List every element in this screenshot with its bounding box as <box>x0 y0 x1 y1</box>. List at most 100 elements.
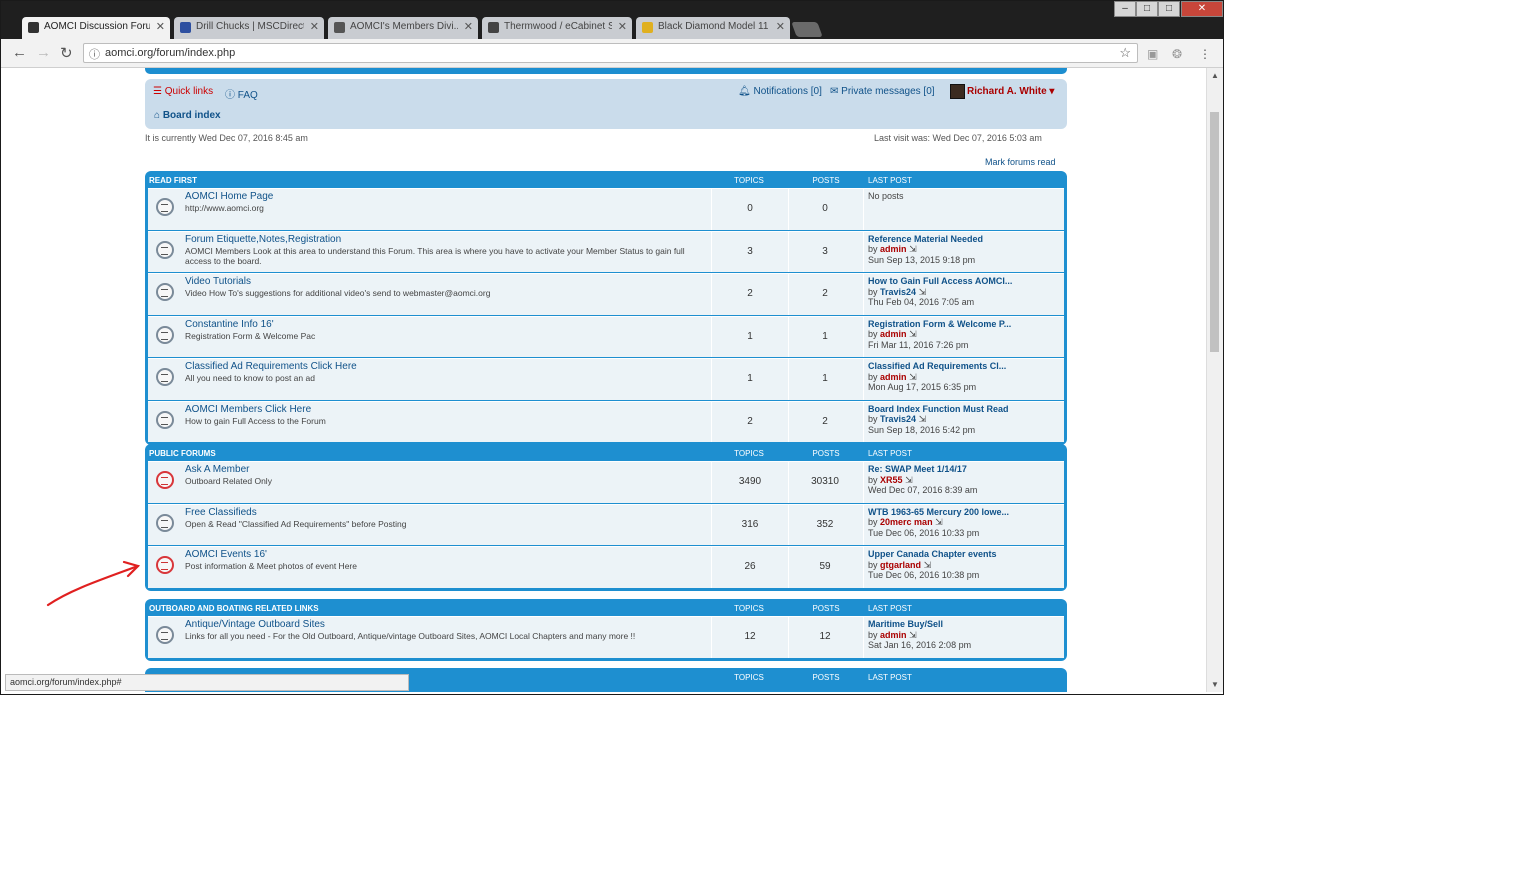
view-latest-post-icon[interactable]: ⇲ <box>909 372 917 382</box>
view-latest-post-icon[interactable]: ⇲ <box>935 517 943 527</box>
last-post-author-link[interactable]: admin <box>880 630 907 640</box>
forum-title-link[interactable]: Constantine Info 16' <box>185 319 274 330</box>
last-post-title-link[interactable]: How to Gain Full Access AOMCI... <box>868 276 1012 286</box>
last-post-header: LAST POST <box>868 604 912 613</box>
maximize-button[interactable]: □ <box>1158 1 1180 17</box>
view-latest-post-icon[interactable]: ⇲ <box>909 244 917 254</box>
board-index-link[interactable]: ⌂ Board index <box>154 110 221 121</box>
category-title[interactable]: OUTBOARD AND BOATING RELATED LINKS <box>149 604 319 613</box>
new-tab-button[interactable] <box>791 22 823 37</box>
menu-kebab-icon[interactable]: ⋮ <box>1199 47 1211 61</box>
last-post: Re: SWAP Meet 1/14/17 by XR55 ⇲ Wed Dec 07… <box>868 464 977 496</box>
last-post-title-link[interactable]: Classified Ad Requirements Cl... <box>868 361 1006 371</box>
last-visit: Last visit was: Wed Dec 07, 2016 5:03 am <box>874 133 1042 143</box>
tab-close-icon[interactable]: ✕ <box>464 20 473 33</box>
last-post-title-link[interactable]: Registration Form & Welcome P... <box>868 319 1011 329</box>
tab-3[interactable]: Thermwood / eCabinet S ✕ <box>482 17 632 39</box>
tab-close-icon[interactable]: ✕ <box>618 20 627 33</box>
last-post-title-link[interactable]: WTB 1963-65 Mercury 200 lowe... <box>868 507 1009 517</box>
restore-button[interactable]: □ <box>1136 1 1158 17</box>
forum-navbar: ☰ Quick links ⓘ FAQ ⌂ Board index 🔔︎ Not… <box>145 79 1067 129</box>
forum-row: AOMCI Events 16' Post information & Meet… <box>148 546 1064 588</box>
forum-description: Links for all you need - For the Old Out… <box>185 631 636 641</box>
tab-4[interactable]: Black Diamond Model 11 ✕ <box>636 17 790 39</box>
last-post-author-link[interactable]: admin <box>880 329 907 339</box>
notifications-link[interactable]: 🔔︎ Notifications [0] <box>738 86 822 97</box>
view-latest-post-icon[interactable]: ⇲ <box>909 329 917 339</box>
last-post-title-link[interactable]: Board Index Function Must Read <box>868 404 1009 414</box>
forum-row: Forum Etiquette,Notes,Registration AOMCI… <box>148 230 1064 272</box>
page-scrollbar[interactable]: ▲ ▼ <box>1206 68 1223 692</box>
quick-links-menu[interactable]: ☰ Quick links <box>153 86 213 97</box>
view-latest-post-icon[interactable]: ⇲ <box>909 630 917 640</box>
forum-title-link[interactable]: Free Classifieds <box>185 507 257 518</box>
forum-description: Registration Form & Welcome Pac <box>185 330 316 341</box>
avatar[interactable] <box>950 84 965 99</box>
posts-header: POSTS <box>812 176 840 185</box>
back-arrow-icon[interactable]: ← <box>12 44 27 61</box>
tab-2[interactable]: AOMCI's Members Divi... ✕ <box>328 17 478 39</box>
user-menu[interactable]: Richard A. White ▾ <box>967 86 1054 97</box>
last-post: Upper Canada Chapter events by gtgarland … <box>868 549 997 581</box>
last-post-author-link[interactable]: gtgarland <box>880 560 921 570</box>
forum-row: Free Classifieds Open & Read "Classified… <box>148 503 1064 545</box>
mark-forums-read-link[interactable]: Mark forums read <box>985 157 1056 167</box>
category-header: PUBLIC FORUMS TOPICS POSTS LAST POST <box>145 444 1067 461</box>
tab-close-icon[interactable]: ✕ <box>310 20 319 33</box>
address-bar[interactable]: ⓘ aomci.org/forum/index.php ☆ <box>83 43 1138 63</box>
topics-count: 3 <box>711 231 789 272</box>
view-latest-post-icon[interactable]: ⇲ <box>905 475 913 485</box>
last-post: How to Gain Full Access AOMCI... by Travi… <box>868 276 1012 308</box>
topics-header: TOPICS <box>734 176 764 185</box>
last-post-author-link[interactable]: Travis24 <box>880 414 916 424</box>
view-latest-post-icon[interactable]: ⇲ <box>919 287 927 297</box>
tab-0[interactable]: AOMCI Discussion Forum ✕ <box>22 17 170 39</box>
category-outboard-links: OUTBOARD AND BOATING RELATED LINKS TOPIC… <box>145 599 1067 661</box>
last-post-date: Tue Dec 06, 2016 10:38 pm <box>868 570 980 580</box>
last-post-title-link[interactable]: Upper Canada Chapter events <box>868 549 997 559</box>
tab-close-icon[interactable]: ✕ <box>156 20 165 33</box>
posts-count: 12 <box>787 617 864 658</box>
last-post-author-link[interactable]: Travis24 <box>880 287 916 297</box>
forum-title-link[interactable]: Video Tutorials <box>185 276 251 287</box>
extension-g-icon[interactable]: ▣ <box>1147 47 1158 61</box>
close-window-button[interactable]: ✕ <box>1181 1 1223 17</box>
last-post: Board Index Function Must Read by Travis2… <box>868 404 1009 436</box>
last-post-author-link[interactable]: 20merc man <box>880 517 933 527</box>
forum-title-link[interactable]: Antique/Vintage Outboard Sites <box>185 619 325 630</box>
info-icon[interactable]: ⓘ <box>89 46 100 62</box>
category-title[interactable]: READ FIRST <box>149 176 197 185</box>
last-post-author-link[interactable]: admin <box>880 244 907 254</box>
forum-title-link[interactable]: AOMCI Members Click Here <box>185 404 311 415</box>
last-post-title-link[interactable]: Maritime Buy/Sell <box>868 619 943 629</box>
posts-count: 3 <box>787 231 864 272</box>
tab-title: Thermwood / eCabinet S <box>504 21 612 32</box>
tab-close-icon[interactable]: ✕ <box>776 20 785 33</box>
reload-icon[interactable]: ↻ <box>60 44 73 62</box>
extension-gear-icon[interactable]: ❂ <box>1172 47 1182 61</box>
private-messages-link[interactable]: ✉ Private messages [0] <box>830 86 935 97</box>
url-text[interactable]: aomci.org/forum/index.php <box>105 47 235 59</box>
last-post-title-link[interactable]: Re: SWAP Meet 1/14/17 <box>868 464 967 474</box>
view-latest-post-icon[interactable]: ⇲ <box>919 414 927 424</box>
faq-link[interactable]: ⓘ FAQ <box>225 86 258 101</box>
minimize-button[interactable]: – <box>1114 1 1136 17</box>
last-post-author-link[interactable]: admin <box>880 372 907 382</box>
forum-title-link[interactable]: Ask A Member <box>185 464 249 475</box>
scroll-up-arrow-icon[interactable]: ▲ <box>1211 71 1219 80</box>
view-latest-post-icon[interactable]: ⇲ <box>924 560 932 570</box>
forum-title-link[interactable]: AOMCI Home Page <box>185 191 273 202</box>
last-post-author-link[interactable]: XR55 <box>880 475 903 485</box>
scrollbar-thumb[interactable] <box>1210 112 1219 352</box>
category-read-first: READ FIRST TOPICS POSTS LAST POST AOMCI … <box>145 171 1067 445</box>
by-label: by <box>868 371 878 382</box>
category-title[interactable]: PUBLIC FORUMS <box>149 449 216 458</box>
scroll-down-arrow-icon[interactable]: ▼ <box>1211 680 1219 689</box>
bookmark-star-icon[interactable]: ☆ <box>1119 45 1131 61</box>
forum-title-link[interactable]: Classified Ad Requirements Click Here <box>185 361 357 372</box>
tab-1[interactable]: Drill Chucks | MSCDirect ✕ <box>174 17 324 39</box>
forum-title-link[interactable]: Forum Etiquette,Notes,Registration <box>185 234 341 245</box>
forward-arrow-icon[interactable]: → <box>36 44 51 61</box>
last-post-title-link[interactable]: Reference Material Needed <box>868 234 983 244</box>
forum-title-link[interactable]: AOMCI Events 16' <box>185 549 267 560</box>
